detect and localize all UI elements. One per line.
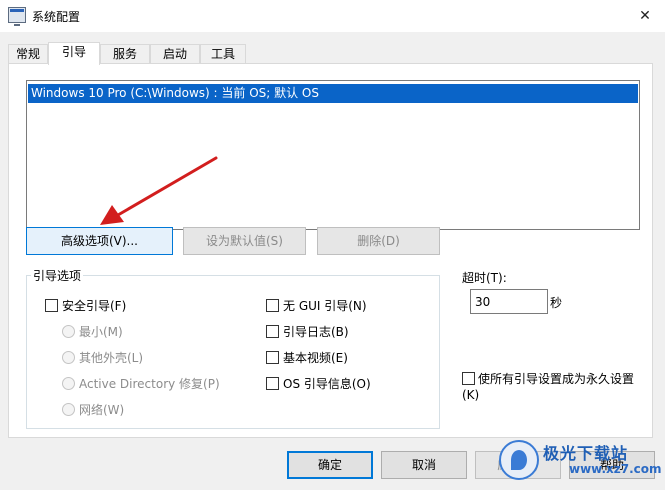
window-title: 系统配置 [32,10,81,24]
checkbox-icon [45,299,58,312]
close-icon[interactable]: ✕ [633,5,657,27]
tab-services[interactable]: 服务 [100,44,150,64]
make-permanent-checkbox[interactable]: 使所有引导设置成为永久设置(K) [462,371,647,403]
set-default-button[interactable]: 设为默认值(S) [183,227,306,255]
radio-icon [62,325,75,338]
timeout-unit: 秒 [550,296,563,310]
checkbox-icon [266,377,279,390]
no-gui-boot-checkbox[interactable]: 无 GUI 引导(N) [266,299,367,313]
checkbox-icon [462,372,475,385]
safe-boot-checkbox[interactable]: 安全引导(F) [45,299,126,313]
boot-tab-panel: Windows 10 Pro (C:\Windows) : 当前 OS; 默认 … [8,63,653,438]
timeout-input[interactable] [470,289,548,314]
boot-options-label: 引导选项 [31,267,84,284]
boot-log-checkbox[interactable]: 引导日志(B) [266,325,349,339]
boot-options-group: 引导选项 安全引导(F) 最小(M) 其他外壳(L) Active Direct… [26,267,440,429]
watermark-brand: 极光下载站 [543,444,629,463]
radio-icon [62,377,75,390]
base-video-checkbox[interactable]: 基本视频(E) [266,351,348,365]
system-config-icon [8,7,26,26]
checkbox-icon [266,299,279,312]
delete-button[interactable]: 删除(D) [317,227,440,255]
radio-icon [62,403,75,416]
radio-network[interactable]: 网络(W) [62,403,124,417]
radio-icon [62,351,75,364]
tab-general[interactable]: 常规 [8,44,48,64]
watermark-logo-icon [499,440,539,480]
tab-tools[interactable]: 工具 [200,44,246,64]
os-boot-info-checkbox[interactable]: OS 引导信息(O) [266,377,371,391]
tab-startup[interactable]: 启动 [150,44,200,64]
timeout-label: 超时(T): [462,271,507,285]
ok-button[interactable]: 确定 [287,451,373,479]
checkbox-icon [266,325,279,338]
os-list[interactable]: Windows 10 Pro (C:\Windows) : 当前 OS; 默认 … [26,80,640,230]
cancel-button[interactable]: 取消 [381,451,467,479]
advanced-options-button[interactable]: 高级选项(V)... [26,227,173,255]
os-list-item[interactable]: Windows 10 Pro (C:\Windows) : 当前 OS; 默认 … [28,84,638,103]
title-bar: 系统配置 ✕ [0,0,665,32]
watermark-site: www.xz7.com [569,462,662,476]
tab-boot[interactable]: 引导 [48,42,100,65]
radio-minimal[interactable]: 最小(M) [62,325,123,339]
watermark: 极光下载站 www.xz7.com [499,438,662,486]
radio-ad-repair[interactable]: Active Directory 修复(P) [62,377,220,391]
checkbox-icon [266,351,279,364]
radio-alternate-shell[interactable]: 其他外壳(L) [62,351,143,365]
